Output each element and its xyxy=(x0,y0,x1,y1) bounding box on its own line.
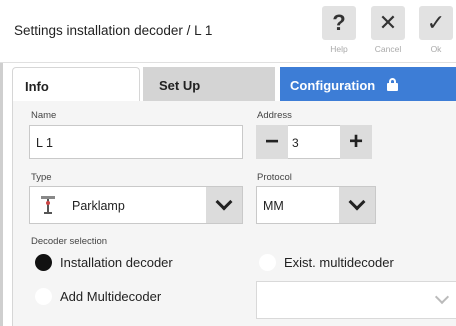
tab-setup-label: Set Up xyxy=(159,78,201,93)
radio-unselected-icon xyxy=(259,254,276,271)
tab-bar: Info Set Up Configuration xyxy=(0,67,456,102)
address-increment-button[interactable]: + xyxy=(340,125,372,159)
help-button[interactable]: ? Help xyxy=(318,6,360,60)
tab-setup[interactable]: Set Up xyxy=(143,67,275,102)
protocol-select[interactable]: MM xyxy=(256,186,376,224)
name-field[interactable]: L 1 xyxy=(29,125,243,159)
existing-multidecoder-label: Exist. multidecoder xyxy=(284,255,394,270)
dialog-header: Settings installation decoder / L 1 ? He… xyxy=(0,0,456,63)
multidecoder-dropdown-button[interactable] xyxy=(428,282,456,318)
radio-selected-icon xyxy=(35,254,52,271)
address-label: Address xyxy=(257,110,292,121)
address-value[interactable]: 3 xyxy=(288,125,340,159)
cancel-label: Cancel xyxy=(374,44,402,54)
checkmark-icon: ✓ xyxy=(419,6,453,40)
ok-label: Ok xyxy=(430,44,442,54)
installation-decoder-label: Installation decoder xyxy=(60,255,173,270)
tab-configuration-label: Configuration xyxy=(290,78,376,93)
protocol-dropdown-button[interactable] xyxy=(339,187,375,223)
decoder-selection-label: Decoder selection xyxy=(31,236,108,247)
ok-button[interactable]: ✓ Ok xyxy=(416,6,456,60)
protocol-label: Protocol xyxy=(257,172,292,183)
cancel-button[interactable]: ✕ Cancel xyxy=(367,6,409,60)
name-label: Name xyxy=(31,110,57,121)
type-dropdown-button[interactable] xyxy=(206,187,242,223)
tab-info-label: Info xyxy=(25,79,49,94)
parklamp-icon xyxy=(41,196,55,214)
close-icon: ✕ xyxy=(371,6,405,40)
address-decrement-button[interactable]: − xyxy=(256,125,288,159)
add-multidecoder-label: Add Multidecoder xyxy=(60,289,162,304)
type-value: Parklamp xyxy=(72,199,125,213)
multidecoder-select[interactable] xyxy=(256,281,456,319)
type-label: Type xyxy=(31,172,52,183)
radio-unselected-icon xyxy=(35,288,52,305)
chevron-down-icon xyxy=(348,193,366,211)
help-label: Help xyxy=(330,44,348,54)
tab-configuration[interactable]: Configuration xyxy=(280,67,456,102)
lock-icon xyxy=(386,78,398,91)
chevron-down-icon xyxy=(434,289,450,305)
tab-info[interactable]: Info xyxy=(12,67,140,102)
info-panel: Name L 1 Address − 3 + Type Parklamp Pro… xyxy=(12,101,456,326)
question-mark-icon: ? xyxy=(322,6,356,40)
protocol-value: MM xyxy=(263,199,284,213)
type-select[interactable]: Parklamp xyxy=(29,186,243,224)
dialog-title: Settings installation decoder / L 1 xyxy=(14,23,213,38)
chevron-down-icon xyxy=(215,193,233,211)
